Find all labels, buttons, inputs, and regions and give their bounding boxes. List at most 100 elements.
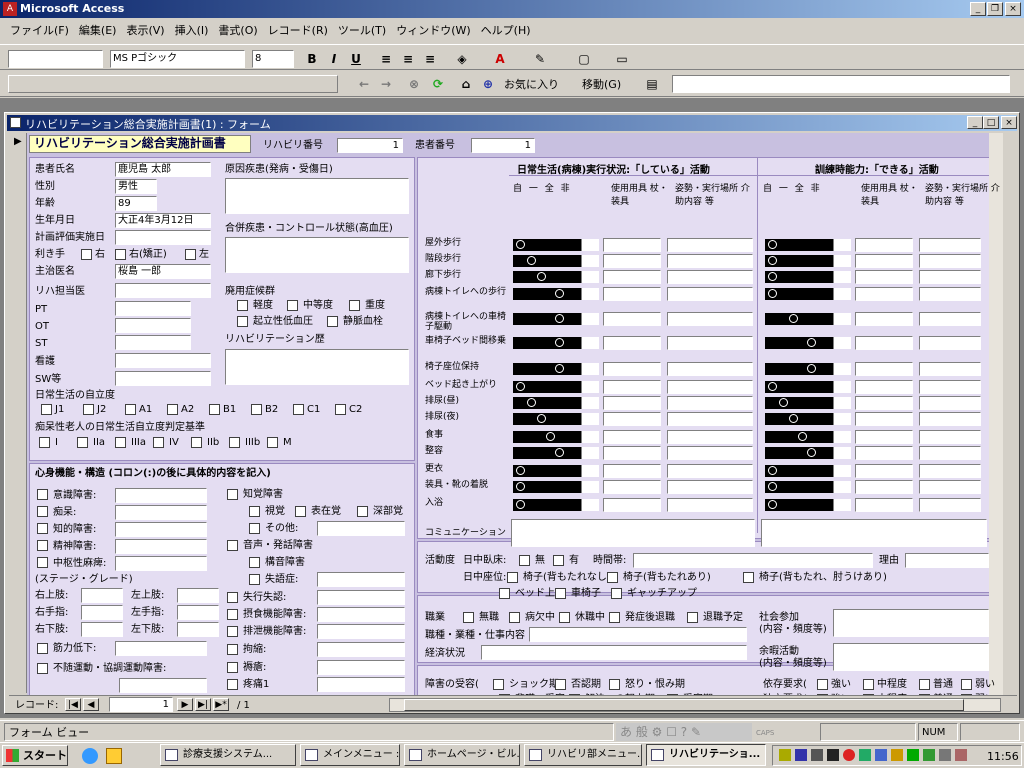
record-number-field[interactable]: 1 xyxy=(109,697,173,712)
adl-doing-posture-7[interactable] xyxy=(667,380,753,394)
slider-knob-icon[interactable] xyxy=(555,289,564,298)
muscle-weakness-field[interactable] xyxy=(115,641,207,656)
bed-yes-checkbox[interactable] xyxy=(553,555,564,566)
slider-knob-icon[interactable] xyxy=(789,414,798,423)
body2-check-12[interactable] xyxy=(227,662,238,673)
body2-field-13[interactable] xyxy=(317,677,405,692)
adl-can-slider-6[interactable] xyxy=(765,363,851,375)
doctor-field[interactable]: 桜島 一郎 xyxy=(115,264,211,279)
adl-doing-posture-11[interactable] xyxy=(667,446,753,460)
acc-shock-checkbox[interactable] xyxy=(493,679,504,690)
body2-check-9[interactable] xyxy=(227,609,238,620)
adl-doing-equip-5[interactable] xyxy=(603,336,661,350)
form-minimize-button[interactable]: _ xyxy=(967,116,983,129)
job-retire-checkbox[interactable] xyxy=(687,612,698,623)
tray-icon-mail[interactable] xyxy=(891,749,903,761)
adl-doing-slider-8[interactable] xyxy=(513,397,599,409)
slider-knob-icon[interactable] xyxy=(768,482,777,491)
body-check-3[interactable] xyxy=(37,540,48,551)
adl-doing-slider-9[interactable] xyxy=(513,413,599,425)
hand-left-checkbox[interactable] xyxy=(185,249,196,260)
patient-no-field[interactable]: 1 xyxy=(471,138,535,153)
adl-doing-posture-5[interactable] xyxy=(667,336,753,350)
adl-can-equip-7[interactable] xyxy=(855,380,913,394)
scroll-thumb[interactable] xyxy=(404,699,964,711)
tray-icon-chart[interactable] xyxy=(859,749,871,761)
align-center-icon[interactable]: ≡ xyxy=(398,49,418,69)
adl-can-posture-2[interactable] xyxy=(919,270,981,284)
wheelchair-checkbox[interactable] xyxy=(555,588,566,599)
adl-level-checkbox-3[interactable] xyxy=(167,404,178,415)
adl-can-slider-1[interactable] xyxy=(765,255,851,267)
social-field[interactable] xyxy=(833,609,989,637)
adl-can-slider-13[interactable] xyxy=(765,481,851,493)
gatch-checkbox[interactable] xyxy=(611,588,622,599)
body2-field-12[interactable] xyxy=(317,660,405,675)
adl-can-slider-12[interactable] xyxy=(765,465,851,477)
slider-knob-icon[interactable] xyxy=(789,314,798,323)
taskbar-task-3[interactable]: リハビリ部メニュー... xyxy=(524,744,642,766)
rehab-doctor-field[interactable] xyxy=(115,283,211,298)
adl-can-posture-11[interactable] xyxy=(919,446,981,460)
slider-knob-icon[interactable] xyxy=(807,448,816,457)
adl-doing-posture-12[interactable] xyxy=(667,464,753,478)
limb-field-3[interactable] xyxy=(177,605,219,620)
st-field[interactable] xyxy=(115,335,191,350)
adl-level-checkbox-1[interactable] xyxy=(83,404,94,415)
fill-color-icon[interactable]: ◈ xyxy=(452,49,472,69)
dementia-level-checkbox-6[interactable] xyxy=(267,437,278,448)
adl-can-slider-9[interactable] xyxy=(765,413,851,425)
adl-can-posture-9[interactable] xyxy=(919,412,981,426)
taskbar-task-1[interactable]: メインメニュー : フォ... xyxy=(300,744,400,766)
vein-checkbox[interactable] xyxy=(327,316,338,327)
adl-doing-posture-6[interactable] xyxy=(667,362,753,376)
slider-knob-icon[interactable] xyxy=(798,432,807,441)
adl-doing-slider-1[interactable] xyxy=(513,255,599,267)
adl-doing-slider-10[interactable] xyxy=(513,431,599,443)
tray-icon-network[interactable] xyxy=(795,749,807,761)
adl-can-equip-5[interactable] xyxy=(855,336,913,350)
tray-icon-doc[interactable] xyxy=(955,749,967,761)
adl-doing-posture-0[interactable] xyxy=(667,238,753,252)
adl-doing-posture-14[interactable] xyxy=(667,498,753,512)
adl-level-checkbox-5[interactable] xyxy=(251,404,262,415)
slider-knob-icon[interactable] xyxy=(779,398,788,407)
time-field[interactable] xyxy=(633,553,873,568)
slider-knob-icon[interactable] xyxy=(768,466,777,475)
tray-icon-volume[interactable] xyxy=(779,749,791,761)
slider-knob-icon[interactable] xyxy=(555,338,564,347)
other-sense-field[interactable] xyxy=(317,521,405,536)
adl-can-posture-1[interactable] xyxy=(919,254,981,268)
tray-icon-shield[interactable] xyxy=(875,749,887,761)
adl-can-posture-10[interactable] xyxy=(919,430,981,444)
severe-checkbox[interactable] xyxy=(349,300,360,311)
body-field-1[interactable] xyxy=(115,505,207,520)
adl-can-equip-13[interactable] xyxy=(855,480,913,494)
adl-can-equip-9[interactable] xyxy=(855,412,913,426)
adl-can-slider-8[interactable] xyxy=(765,397,851,409)
prev-record-button[interactable]: ◀ xyxy=(83,698,99,711)
adl-doing-equip-2[interactable] xyxy=(603,270,661,284)
hand-right-corrected-checkbox[interactable] xyxy=(115,249,126,260)
adl-doing-equip-7[interactable] xyxy=(603,380,661,394)
record-selector[interactable]: ▶ xyxy=(9,133,27,693)
minimize-button[interactable]: _ xyxy=(970,2,986,16)
adl-doing-equip-12[interactable] xyxy=(603,464,661,478)
slider-knob-icon[interactable] xyxy=(546,432,555,441)
slider-knob-icon[interactable] xyxy=(555,364,564,373)
taskbar-task-4[interactable]: リハビリテーショ... xyxy=(646,744,766,766)
adl-doing-equip-3[interactable] xyxy=(603,287,661,301)
menu-item-8[interactable]: ヘルプ(H) xyxy=(481,24,531,37)
menu-item-0[interactable]: ファイル(F) xyxy=(10,24,69,37)
limb-field-4[interactable] xyxy=(81,622,123,637)
border-icon[interactable]: ▢ xyxy=(574,49,594,69)
tray-icon-pen[interactable] xyxy=(827,749,839,761)
nurse-field[interactable] xyxy=(115,353,211,368)
forward-icon[interactable]: → xyxy=(376,74,396,94)
req-0-mid-checkbox[interactable] xyxy=(863,679,874,690)
body2-check-5[interactable] xyxy=(227,540,238,551)
adl-can-posture-5[interactable] xyxy=(919,336,981,350)
dementia-level-checkbox-5[interactable] xyxy=(229,437,240,448)
muscle-weakness-checkbox[interactable] xyxy=(37,643,48,654)
slider-knob-icon[interactable] xyxy=(807,338,816,347)
